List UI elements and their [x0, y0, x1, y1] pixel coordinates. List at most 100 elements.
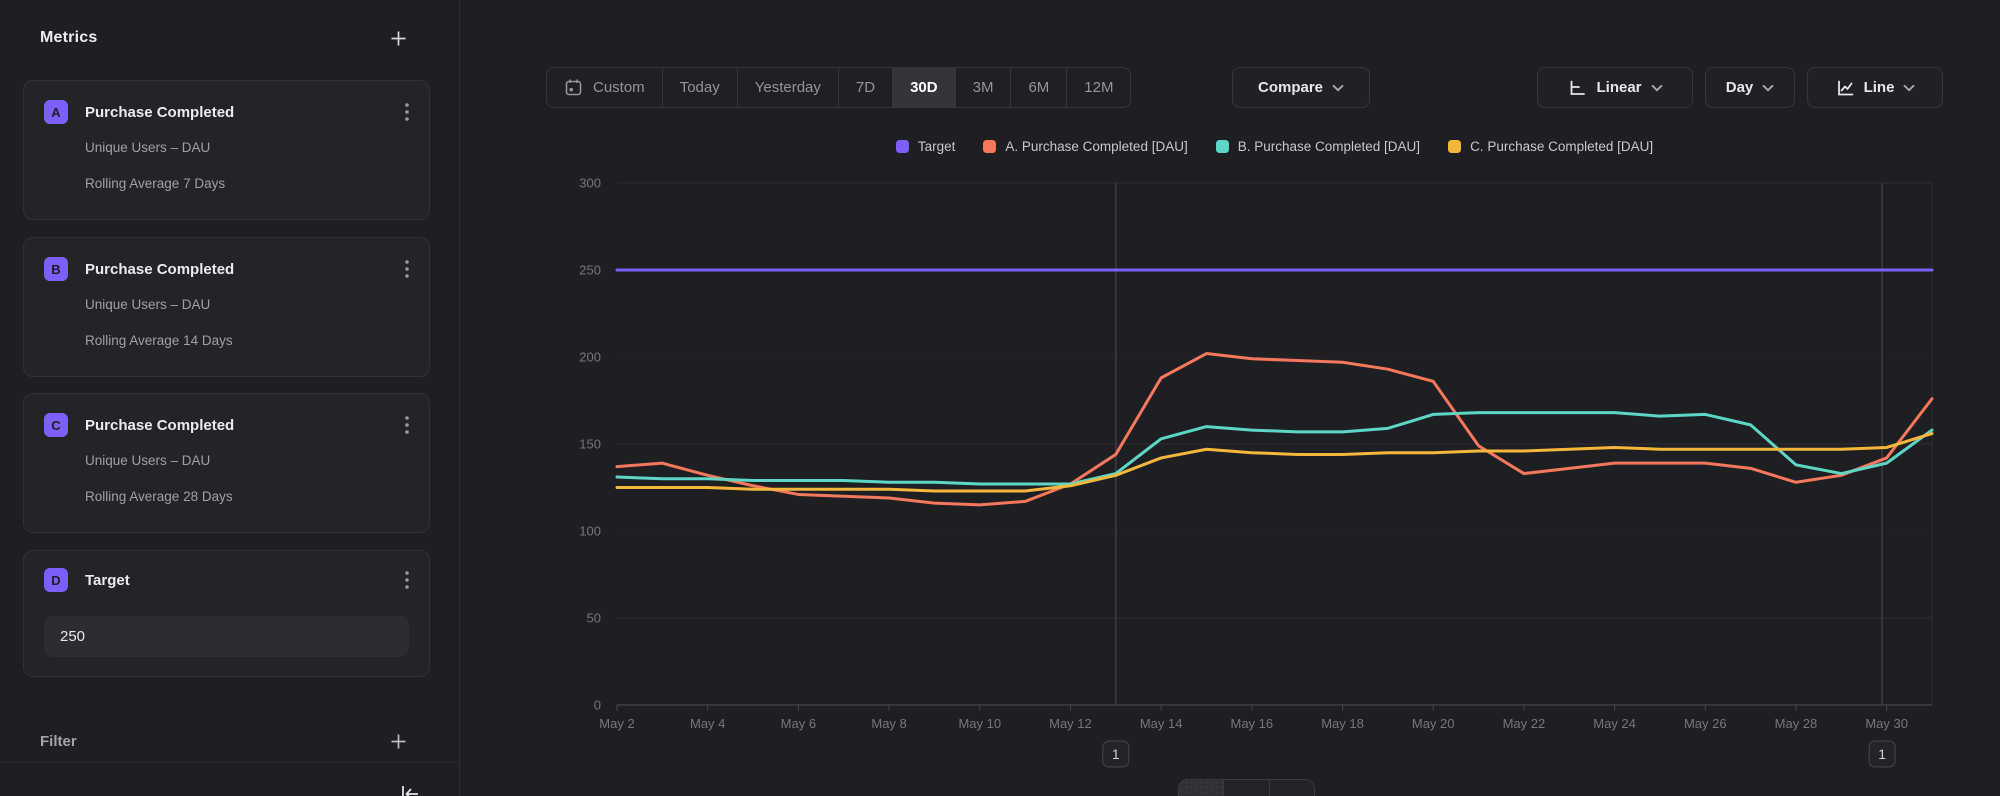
metric-menu-button[interactable]: [405, 103, 409, 121]
svg-text:1: 1: [1112, 746, 1120, 762]
metric-badge: B: [44, 257, 68, 281]
target-menu-button[interactable]: [405, 571, 409, 589]
view-toggle-chart[interactable]: [1179, 780, 1223, 796]
range-30d[interactable]: 30D: [892, 68, 955, 107]
svg-text:May 6: May 6: [781, 716, 816, 731]
range-label: 7D: [856, 79, 875, 96]
range-custom[interactable]: Custom: [547, 68, 662, 107]
range-label: Custom: [593, 79, 645, 96]
range-3m[interactable]: 3M: [955, 68, 1011, 107]
range-label: 3M: [973, 79, 994, 96]
target-title: Target: [85, 572, 388, 589]
metric-measure: Unique Users – DAU: [85, 453, 409, 468]
metric-card-head: B Purchase Completed: [44, 257, 409, 281]
svg-text:May 16: May 16: [1231, 716, 1274, 731]
kebab-icon: [405, 416, 409, 434]
chart-type-label: Line: [1864, 79, 1895, 96]
range-yesterday[interactable]: Yesterday: [737, 68, 838, 107]
range-6m[interactable]: 6M: [1010, 68, 1066, 107]
legend-label: B. Purchase Completed [DAU]: [1238, 139, 1420, 154]
chart-type-button[interactable]: Line: [1807, 67, 1943, 108]
analytics-dashboard: Metrics A Purchase Completed Unique User…: [0, 0, 2000, 796]
svg-text:200: 200: [579, 350, 601, 365]
metric-menu-button[interactable]: [405, 260, 409, 278]
line-chart: 050100150200250300May 2May 4May 6May 8Ma…: [461, 0, 2000, 796]
linear-scale-icon: [1567, 78, 1587, 98]
sidebar-divider: [0, 762, 459, 763]
compare-button[interactable]: Compare: [1232, 67, 1370, 108]
metric-card-head: A Purchase Completed: [44, 100, 409, 124]
range-7d[interactable]: 7D: [838, 68, 892, 107]
legend-label: Target: [918, 139, 956, 154]
view-toggle-split[interactable]: [1223, 780, 1268, 796]
chart-panel: 050100150200250300May 2May 4May 6May 8Ma…: [461, 0, 2000, 796]
kebab-icon: [405, 260, 409, 278]
metric-menu-button[interactable]: [405, 416, 409, 434]
add-filter-button[interactable]: [390, 733, 407, 750]
svg-text:300: 300: [579, 176, 601, 191]
svg-text:May 4: May 4: [690, 716, 725, 731]
collapse-left-icon: [399, 784, 421, 796]
metric-card-a[interactable]: A Purchase Completed Unique Users – DAU …: [23, 80, 430, 220]
svg-text:May 30: May 30: [1865, 716, 1908, 731]
range-label: Yesterday: [755, 79, 821, 96]
metric-card-head: C Purchase Completed: [44, 413, 409, 437]
svg-text:May 24: May 24: [1593, 716, 1636, 731]
compare-label: Compare: [1258, 79, 1323, 96]
svg-text:May 22: May 22: [1503, 716, 1546, 731]
metrics-sidebar: Metrics A Purchase Completed Unique User…: [0, 0, 460, 796]
legend-item-a[interactable]: A. Purchase Completed [DAU]: [983, 139, 1187, 154]
legend-item-b[interactable]: B. Purchase Completed [DAU]: [1216, 139, 1420, 154]
legend-swatch-c: [1448, 140, 1461, 153]
filter-section: Filter: [40, 730, 407, 752]
range-12m[interactable]: 12M: [1066, 68, 1130, 107]
view-toggle-table[interactable]: [1269, 780, 1314, 796]
sidebar-header: Metrics: [40, 26, 407, 50]
metric-measure: Unique Users – DAU: [85, 140, 409, 155]
add-metric-button[interactable]: [390, 30, 407, 47]
svg-text:May 26: May 26: [1684, 716, 1727, 731]
sidebar-title: Metrics: [40, 29, 97, 47]
view-toggle-bar: [1178, 779, 1315, 796]
target-card[interactable]: D Target 250: [23, 550, 430, 677]
svg-text:May 12: May 12: [1049, 716, 1092, 731]
legend-swatch-b: [1216, 140, 1229, 153]
svg-text:0: 0: [594, 698, 601, 713]
range-label: 30D: [910, 79, 938, 96]
svg-text:May 10: May 10: [958, 716, 1001, 731]
metric-card-c[interactable]: C Purchase Completed Unique Users – DAU …: [23, 393, 430, 533]
metric-transform: Rolling Average 7 Days: [85, 176, 409, 191]
legend-swatch-a: [983, 140, 996, 153]
range-label: 6M: [1028, 79, 1049, 96]
svg-text:May 18: May 18: [1321, 716, 1364, 731]
target-card-head: D Target: [44, 568, 409, 592]
legend-swatch-target: [896, 140, 909, 153]
legend-item-c[interactable]: C. Purchase Completed [DAU]: [1448, 139, 1653, 154]
range-label: Today: [680, 79, 720, 96]
svg-text:May 28: May 28: [1775, 716, 1818, 731]
scale-label: Linear: [1596, 79, 1641, 96]
kebab-icon: [405, 103, 409, 121]
metric-transform: Rolling Average 28 Days: [85, 489, 409, 504]
range-today[interactable]: Today: [662, 68, 737, 107]
filter-label: Filter: [40, 733, 77, 750]
kebab-icon: [405, 571, 409, 589]
chevron-down-icon: [1903, 84, 1915, 92]
legend-item-target[interactable]: Target: [896, 139, 956, 154]
target-value-input[interactable]: 250: [44, 616, 409, 657]
date-range-bar: Custom Today Yesterday 7D 30D 3M 6M 12M: [546, 67, 1131, 108]
svg-text:250: 250: [579, 263, 601, 278]
svg-text:May 2: May 2: [599, 716, 634, 731]
metric-card-b[interactable]: B Purchase Completed Unique Users – DAU …: [23, 237, 430, 377]
scale-button[interactable]: Linear: [1537, 67, 1693, 108]
svg-text:50: 50: [587, 611, 601, 626]
legend-label: A. Purchase Completed [DAU]: [1005, 139, 1187, 154]
interval-button[interactable]: Day: [1705, 67, 1795, 108]
collapse-sidebar-button[interactable]: [399, 784, 421, 796]
metric-title: Purchase Completed: [85, 417, 388, 434]
svg-text:1: 1: [1878, 746, 1886, 762]
legend-label: C. Purchase Completed [DAU]: [1470, 139, 1653, 154]
svg-text:May 14: May 14: [1140, 716, 1183, 731]
chart-legend: Target A. Purchase Completed [DAU] B. Pu…: [617, 139, 1932, 154]
metric-badge: C: [44, 413, 68, 437]
